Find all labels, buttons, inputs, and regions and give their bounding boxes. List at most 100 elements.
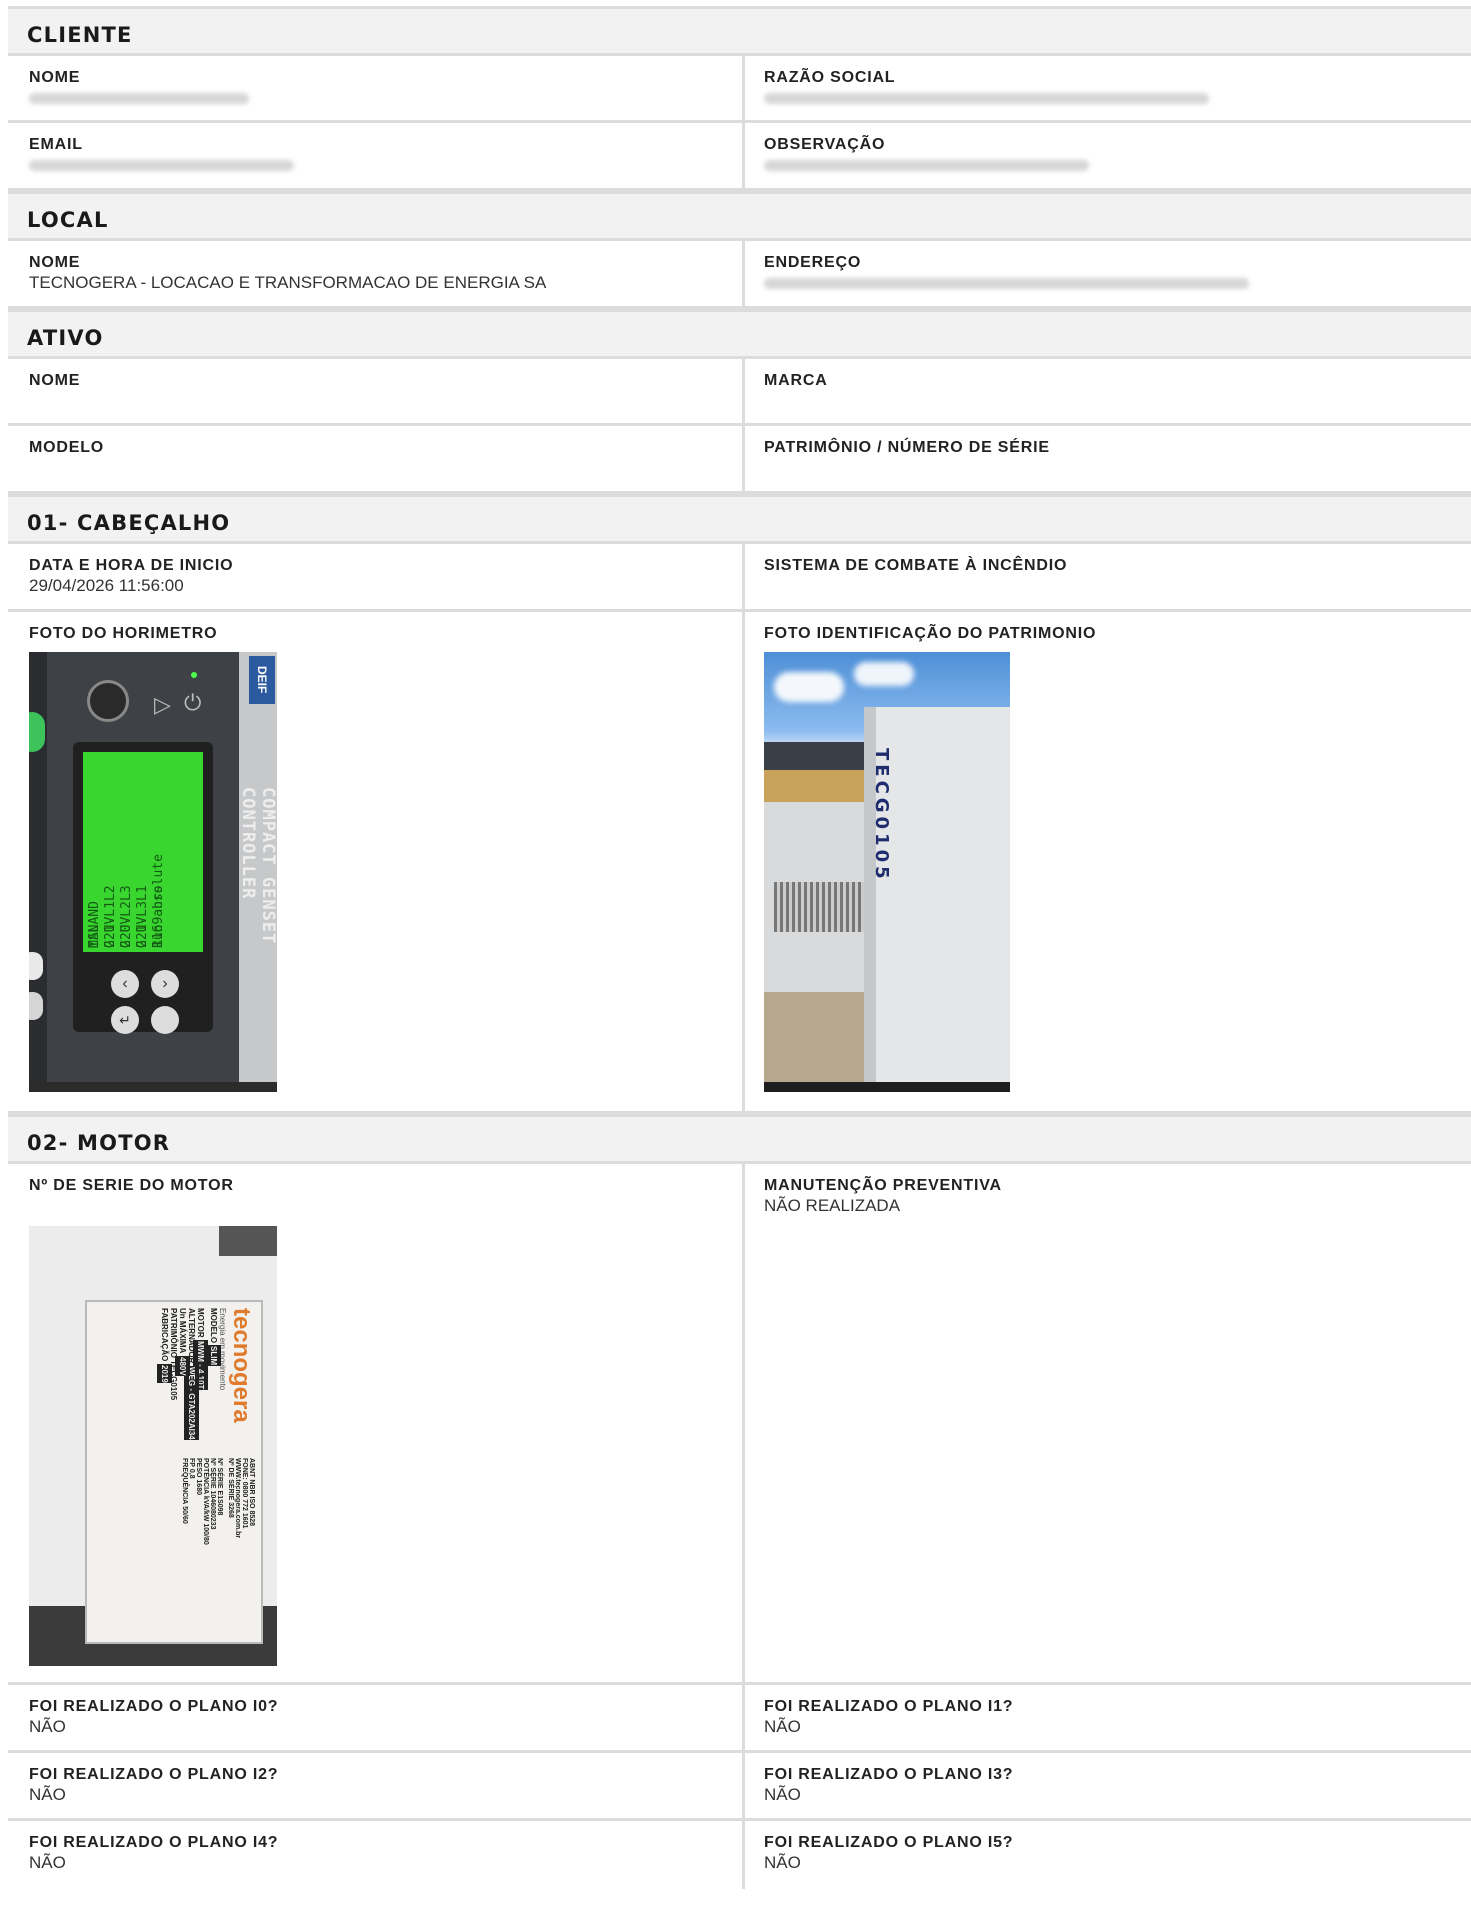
row-cabecalho-1: DATA E HORA DE INICIO 29/04/2026 11:56:0… [8,544,1471,612]
field-value: NÃO REALIZADA [764,1196,901,1215]
field-value: NÃO [29,1717,66,1736]
field-label: RAZÃO SOCIAL [764,69,896,86]
field-label: FOI REALIZADO O PLANO I2? [29,1766,279,1783]
report-page: CLIENTE NOME RAZÃO SOCIAL EMAIL OBSERVAÇ… [8,6,1471,1889]
field-cliente-email: EMAIL [8,123,745,188]
field-serie-motor: Nº DE SERIE DO MOTOR tecnogera Energia e… [8,1164,745,1682]
field-sistema-incendio: SISTEMA DE COMBATE À INCÊNDIO [745,544,1471,609]
plate-label: FP [188,1458,195,1467]
field-label: FOI REALIZADO O PLANO I5? [764,1834,1014,1851]
plate-value: 1680 [195,1479,202,1495]
field-cliente-observacao: OBSERVAÇÃO [745,123,1471,188]
field-value: NÃO [29,1785,66,1804]
unit-marking: TECG0105 [871,748,892,883]
redacted-value [764,160,1089,171]
play-icon: ▷ [154,692,171,717]
plate-value: SLIM [206,1345,221,1367]
section-header-motor: 02- MOTOR [8,1114,1471,1164]
field-manutencao-preventiva: MANUTENÇÃO PREVENTIVA NÃO REALIZADA [745,1164,1471,1682]
field-value: NÃO [764,1785,801,1804]
field-label: PATRIMÔNIO / NÚMERO DE SÉRIE [764,439,1050,456]
field-value: NÃO [764,1853,801,1872]
field-label: ENDEREÇO [764,254,862,271]
field-label: MARCA [764,372,828,389]
arrow-right-icon: › [151,970,179,998]
plate-value: 0,8 [188,1468,195,1479]
plate-label: Nº SÉRIE [216,1458,223,1489]
field-plano-i4: FOI REALIZADO O PLANO I4? NÃO [8,1821,745,1889]
field-value: NÃO [29,1853,66,1872]
field-label: OBSERVAÇÃO [764,136,886,153]
plate-label: PATRIMÔNIO [169,1308,178,1358]
field-label: FOI REALIZADO O PLANO I0? [29,1698,279,1715]
lcd-line: 1169 hrs [151,885,166,948]
field-label: NOME [29,69,81,86]
lcd-line: 220V [119,916,134,948]
enter-icon: ↵ [111,1006,139,1034]
row-local-1: NOME TECNOGERA - LOCACAO E TRANSFORMACAO… [8,241,1471,309]
field-label: DATA E HORA DE INICIO [29,557,234,574]
row-cliente-2: EMAIL OBSERVAÇÃO [8,123,1471,191]
plate-site: WWW.tecnogera.com.br [234,1458,241,1539]
field-ativo-modelo: MODELO [8,426,745,491]
section-header-cliente: CLIENTE [8,6,1471,56]
redacted-value [29,160,294,171]
nameplate: tecnogera Energia em movimento MODELO SL… [85,1300,263,1644]
field-local-nome: NOME TECNOGERA - LOCACAO E TRANSFORMACAO… [8,241,745,306]
start-button-icon [87,680,129,722]
row-ativo-1: NOME MARCA [8,359,1471,426]
field-ativo-marca: MARCA [745,359,1471,423]
plate-value: 1046080233 [209,1490,216,1530]
deif-badge: DEIF [249,656,275,704]
plate-value: E1S098 [216,1490,223,1516]
lcd-line: MAN [87,924,102,948]
row-planos-2: FOI REALIZADO O PLANO I2? NÃO FOI REALIZ… [8,1753,1471,1821]
field-plano-i3: FOI REALIZADO O PLANO I3? NÃO [745,1753,1471,1818]
field-local-endereco: ENDEREÇO [745,241,1471,306]
field-value: TECNOGERA - LOCACAO E TRANSFORMACAO DE E… [29,273,547,292]
menu-button-icon [151,1006,179,1034]
plate-phone: FONE: 0800 772 1601 [241,1458,248,1529]
field-value: NÃO [764,1717,801,1736]
arrow-left-icon: ‹ [111,970,139,998]
row-motor-1: Nº DE SERIE DO MOTOR tecnogera Energia e… [8,1164,1471,1685]
field-label: Nº DE SERIE DO MOTOR [29,1177,234,1194]
plate-label: FREQUÊNCIA [181,1458,188,1505]
row-cliente-1: NOME RAZÃO SOCIAL [8,56,1471,123]
plate-value: 50/60 [181,1506,188,1524]
field-ativo-patrimonio: PATRIMÔNIO / NÚMERO DE SÉRIE [745,426,1471,491]
field-label: EMAIL [29,136,83,153]
field-plano-i0: FOI REALIZADO O PLANO I0? NÃO [8,1685,745,1750]
plate-value: 3268 [227,1502,234,1518]
field-label: FOTO IDENTIFICAÇÃO DO PATRIMONIO [764,625,1097,642]
field-value: 29/04/2026 11:56:00 [29,576,184,595]
field-data-inicio: DATA E HORA DE INICIO 29/04/2026 11:56:0… [8,544,745,609]
redacted-value [29,93,249,104]
plate-label: Nº DE SÉRIE [227,1458,234,1501]
field-label: FOI REALIZADO O PLANO I4? [29,1834,279,1851]
section-header-local: LOCAL [8,191,1471,241]
plate-label: PESO [195,1458,202,1478]
field-label: NOME [29,254,81,271]
lcd-screen: ISLAND G U-L1L2 G U-L2L3 G U-L3L1 Run ab… [83,752,203,952]
section-header-cabecalho: 01- CABEÇALHO [8,494,1471,544]
plate-label: Un MÁXIMA [178,1308,187,1354]
field-plano-i2: FOI REALIZADO O PLANO I2? NÃO [8,1753,745,1818]
plate-label: Nº SÉRIE [209,1458,216,1489]
plate-label: MODELO [209,1308,218,1344]
motor-serie-photo[interactable]: tecnogera Energia em movimento MODELO SL… [29,1226,277,1666]
plate-value: 2019 [157,1363,172,1384]
redacted-value [764,278,1249,289]
field-label: MANUTENÇÃO PREVENTIVA [764,1177,1002,1194]
patrimonio-photo[interactable]: TECG0105 [764,652,1010,1092]
horimetro-photo[interactable]: COMPACT GENSET CONTROLLER DEIF ▷ ⏻ ISLAN… [29,652,277,1092]
field-ativo-nome: NOME [8,359,745,423]
lcd-line: 221V [135,916,150,948]
field-plano-i1: FOI REALIZADO O PLANO I1? NÃO [745,1685,1471,1750]
row-ativo-2: MODELO PATRIMÔNIO / NÚMERO DE SÉRIE [8,426,1471,494]
field-label: FOTO DO HORIMETRO [29,625,218,642]
status-led-icon [191,672,197,678]
lcd-line: 221V [103,916,118,948]
row-cabecalho-fotos: FOTO DO HORIMETRO COMPACT GENSET CONTROL… [8,612,1471,1114]
plate-label: FABRICAÇÃO [160,1308,169,1362]
